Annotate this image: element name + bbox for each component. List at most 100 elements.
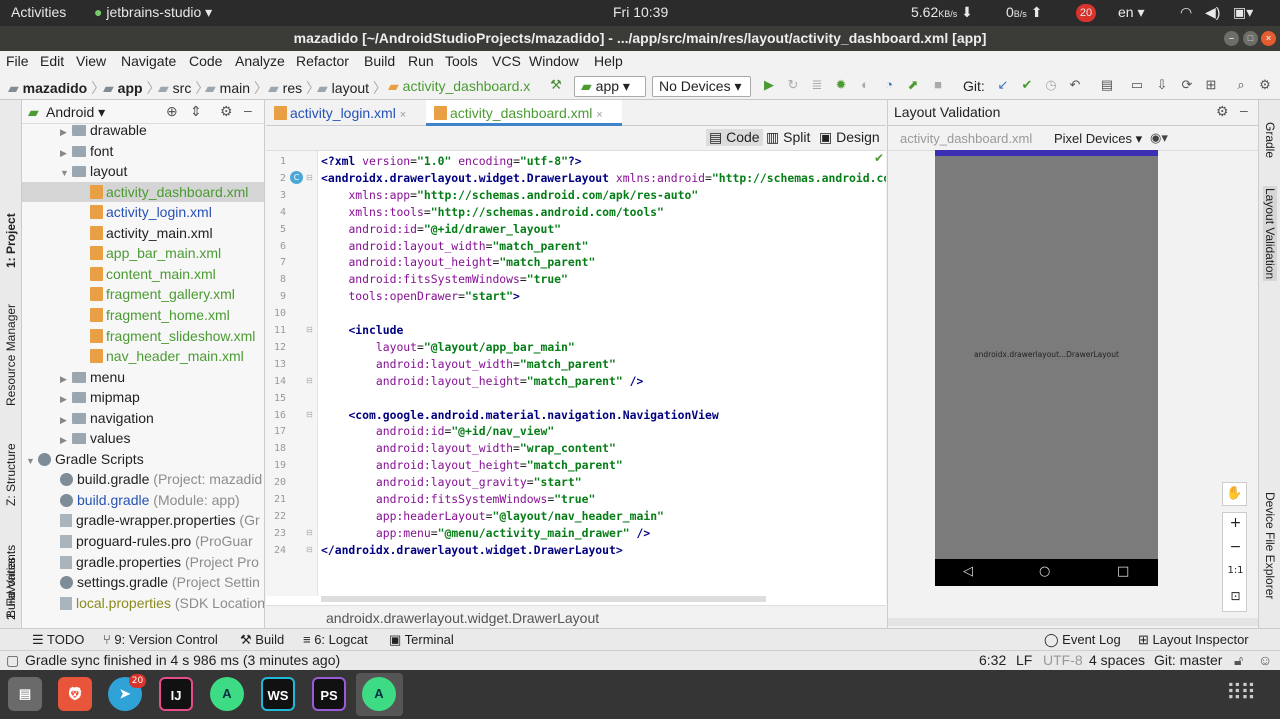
split-view-button[interactable]: ▥ Split — [766, 129, 810, 146]
menu-run[interactable]: Run — [408, 53, 434, 69]
expand-arrow-icon[interactable]: ▶ — [60, 369, 72, 389]
git-update-icon[interactable]: ↙ — [996, 78, 1010, 92]
hammer-icon[interactable]: ⚒ — [549, 78, 563, 92]
gradle-script-item[interactable]: local.properties (SDK Location — [22, 593, 264, 613]
breadcrumb-app[interactable]: ▰ app 〉 — [103, 78, 160, 98]
activities-button[interactable]: Activities — [11, 4, 66, 20]
code-view-button[interactable]: ▤ Code — [706, 129, 763, 146]
gradle-tab[interactable]: Gradle — [1263, 122, 1277, 158]
show-apps-icon[interactable]: ⠿⠿ — [1226, 680, 1266, 708]
zoom-actual-button[interactable]: 1:1 — [1223, 565, 1248, 576]
tab-activity-login[interactable]: activity_login.xml × — [266, 100, 426, 126]
layout-file-item[interactable]: nav_header_main.xml — [22, 346, 264, 366]
close-tab-icon[interactable]: × — [400, 109, 406, 121]
recents-nav-icon[interactable]: □ — [1117, 564, 1129, 579]
favorites-tab[interactable]: 2: Favorites — [4, 557, 18, 620]
project-view-select[interactable]: Android ▾ — [46, 104, 105, 121]
fold-marker-icon[interactable]: ⊟ — [306, 545, 313, 554]
git-branch[interactable]: Git: master — [1154, 652, 1222, 668]
git-history-icon[interactable]: ◷ — [1044, 78, 1058, 92]
folder-item[interactable]: ▶ font — [22, 141, 264, 161]
caret-position[interactable]: 6:32 — [979, 652, 1006, 668]
panel-settings-icon[interactable]: ⚙ — [1216, 103, 1229, 120]
collapse-icon[interactable]: ⇕ — [190, 103, 202, 120]
expand-arrow-icon[interactable]: ▶ — [60, 430, 72, 450]
breadcrumb-layout[interactable]: ▰ layout 〉 — [317, 78, 387, 98]
layout-file-item[interactable]: fragment_home.xml — [22, 305, 264, 325]
menu-edit[interactable]: Edit — [40, 53, 64, 69]
system-menu-icon[interactable]: ▣▾ — [1233, 4, 1253, 21]
breadcrumb-file[interactable]: ▰ activity_dashboard.x — [388, 78, 530, 95]
fold-marker-icon[interactable]: ⊟ — [306, 325, 313, 334]
gradle-script-item[interactable]: build.gradle (Project: mazadid — [22, 469, 264, 489]
phpstorm-icon[interactable]: PS — [312, 677, 346, 711]
notification-badge[interactable]: 20 — [1076, 4, 1096, 22]
folder-item[interactable]: ▼ layout — [22, 161, 264, 181]
language-menu[interactable]: en ▾ — [1118, 4, 1145, 21]
gradle-script-item[interactable]: gradle-wrapper.properties (Gr — [22, 510, 264, 530]
pan-hand-icon[interactable]: ✋ — [1222, 482, 1247, 506]
menu-refactor[interactable]: Refactor — [296, 53, 349, 69]
device-select[interactable]: No Devices ▾ — [652, 76, 751, 97]
eye-icon[interactable]: ◉▾ — [1150, 130, 1168, 146]
layout-file-item[interactable]: activity_dashboard.xml — [22, 181, 264, 202]
resource-manager-tab[interactable]: Resource Manager — [4, 304, 18, 406]
profile-icon[interactable]: ◔ — [882, 78, 896, 92]
tab-activity-dashboard[interactable]: activity_dashboard.xml × — [426, 100, 622, 126]
status-message[interactable]: Gradle sync finished in 4 s 986 ms (3 mi… — [25, 652, 340, 668]
menu-help[interactable]: Help — [594, 53, 623, 69]
menu-window[interactable]: Window — [529, 53, 579, 69]
intellij-icon[interactable]: IJ — [159, 677, 193, 711]
settings-icon[interactable]: ⚙ — [1258, 78, 1272, 92]
folder-item[interactable]: ▶ values — [22, 428, 264, 450]
wifi-icon[interactable]: ◠ — [1180, 4, 1192, 21]
gradle-script-item[interactable]: build.gradle (Module: app) — [22, 490, 264, 510]
fold-marker-icon[interactable]: ⊟ — [306, 173, 313, 182]
project-tool-tab[interactable]: 1: Project — [4, 213, 18, 268]
gradle-script-item[interactable]: ▼ Gradle Scripts — [22, 449, 264, 471]
editor-breadcrumb[interactable]: androidx.drawerlayout.widget.DrawerLayou… — [266, 605, 886, 628]
todo-tab[interactable]: ☰ TODO — [32, 632, 84, 648]
git-rollback-icon[interactable]: ↶ — [1068, 78, 1082, 92]
breadcrumb-main[interactable]: ▰ main 〉 — [205, 78, 268, 98]
fold-marker-icon[interactable]: ⊟ — [306, 376, 313, 385]
design-view-button[interactable]: ▣ Design — [819, 129, 880, 146]
breadcrumb-project[interactable]: ▰ mazadido 〉 — [8, 78, 105, 98]
menu-analyze[interactable]: Analyze — [235, 53, 285, 69]
inspection-ok-icon[interactable]: ✔ — [874, 151, 884, 165]
expand-arrow-icon[interactable]: ▶ — [60, 122, 72, 142]
clock[interactable]: Fri 10:39 — [613, 4, 668, 20]
validation-scrollbar[interactable] — [888, 618, 1259, 626]
minimize-button[interactable]: – — [1224, 31, 1239, 46]
files-app-icon[interactable]: ▤ — [8, 677, 42, 711]
brave-browser-icon[interactable]: 🦁︎ — [58, 677, 92, 711]
indent-setting[interactable]: 4 spaces — [1089, 652, 1145, 668]
layout-file-item[interactable]: activity_login.xml — [22, 202, 264, 222]
apply-code-icon[interactable]: ≣ — [810, 78, 824, 92]
version-control-tab[interactable]: ⑂ 9: Version Control — [103, 632, 218, 647]
run-icon[interactable]: ▶ — [762, 78, 776, 92]
avd-manager-icon[interactable]: ▭ — [1130, 78, 1144, 92]
menu-navigate[interactable]: Navigate — [121, 53, 176, 69]
inspector-icon[interactable]: ☺ — [1258, 652, 1272, 668]
status-toggle-icon[interactable]: ▢ — [6, 652, 19, 669]
hide-panel-icon[interactable]: – — [1240, 102, 1248, 118]
collapse-arrow-icon[interactable]: ▼ — [26, 451, 38, 471]
gradle-script-item[interactable]: settings.gradle (Project Settin — [22, 572, 264, 592]
menu-file[interactable]: File — [6, 53, 29, 69]
terminal-tab[interactable]: ▣ Terminal — [389, 632, 454, 648]
class-gutter-icon[interactable]: C — [290, 171, 303, 184]
back-nav-icon[interactable]: ◁ — [963, 564, 973, 579]
zoom-in-icon[interactable]: + — [1223, 515, 1248, 531]
expand-arrow-icon[interactable]: ▶ — [60, 410, 72, 430]
layout-file-item[interactable]: content_main.xml — [22, 264, 264, 284]
android-studio-icon[interactable]: A — [210, 677, 244, 711]
device-file-explorer-tab[interactable]: Device File Explorer — [1263, 492, 1277, 599]
app-menu[interactable]: ● jetbrains-studio ▾ — [94, 4, 212, 21]
menu-view[interactable]: View — [76, 53, 106, 69]
close-button[interactable]: × — [1261, 31, 1276, 46]
fold-marker-icon[interactable]: ⊟ — [306, 528, 313, 537]
sdk-manager-icon[interactable]: ⇩ — [1155, 78, 1169, 92]
layout-inspector-icon[interactable]: ⊞ — [1204, 78, 1218, 92]
apply-changes-icon[interactable]: ↻ — [786, 78, 800, 92]
